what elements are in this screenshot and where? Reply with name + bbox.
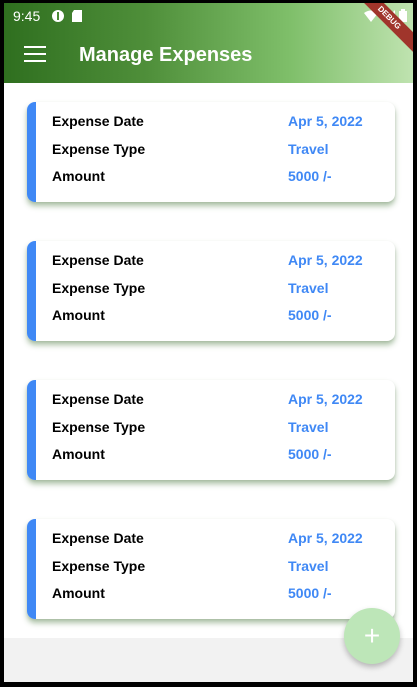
plus-icon: + [363, 620, 381, 651]
expense-date-value: Apr 5, 2022 [288, 530, 363, 546]
phone-screen: 9:45 Manage Expenses DEBUG Expense Date … [4, 3, 413, 682]
amount-label: Amount [52, 307, 105, 323]
expense-date-row: Expense Date Apr 5, 2022 [52, 113, 392, 133]
expense-type-label: Expense Type [52, 280, 146, 296]
expense-type-value: Travel [288, 141, 329, 157]
amount-value: 5000 /- [288, 585, 332, 601]
expense-type-label: Expense Type [52, 141, 146, 157]
expense-type-row: Expense Type Travel [52, 141, 392, 161]
expense-date-label: Expense Date [52, 252, 144, 268]
expense-date-value: Apr 5, 2022 [288, 252, 363, 268]
expense-card[interactable]: Expense Date Apr 5, 2022 Expense Type Tr… [27, 102, 395, 202]
sd-card-icon [71, 9, 83, 26]
amount-value: 5000 /- [288, 307, 332, 323]
expense-list[interactable]: Expense Date Apr 5, 2022 Expense Type Tr… [4, 83, 413, 638]
amount-row: Amount 5000 /- [52, 446, 392, 466]
expense-date-value: Apr 5, 2022 [288, 391, 363, 407]
menu-icon[interactable] [24, 46, 46, 62]
expense-date-row: Expense Date Apr 5, 2022 [52, 530, 392, 550]
amount-row: Amount 5000 /- [52, 585, 392, 605]
expense-type-value: Travel [288, 419, 329, 435]
expense-date-label: Expense Date [52, 391, 144, 407]
expense-date-row: Expense Date Apr 5, 2022 [52, 391, 392, 411]
expense-date-label: Expense Date [52, 530, 144, 546]
page-title: Manage Expenses [79, 44, 253, 66]
amount-label: Amount [52, 585, 105, 601]
app-bar: 9:45 Manage Expenses DEBUG [4, 3, 413, 83]
expense-type-label: Expense Type [52, 419, 146, 435]
card-accent-bar [27, 102, 36, 202]
expense-date-label: Expense Date [52, 113, 144, 129]
card-accent-bar [27, 380, 36, 480]
expense-date-value: Apr 5, 2022 [288, 113, 363, 129]
expense-date-row: Expense Date Apr 5, 2022 [52, 252, 392, 272]
expense-type-value: Travel [288, 280, 329, 296]
amount-value: 5000 /- [288, 446, 332, 462]
expense-type-row: Expense Type Travel [52, 419, 392, 439]
amount-row: Amount 5000 /- [52, 307, 392, 327]
expense-type-row: Expense Type Travel [52, 280, 392, 300]
amount-label: Amount [52, 446, 105, 462]
amount-value: 5000 /- [288, 168, 332, 184]
expense-type-row: Expense Type Travel [52, 558, 392, 578]
expense-type-value: Travel [288, 558, 329, 574]
status-time: 9:45 [13, 8, 41, 24]
card-accent-bar [27, 241, 36, 341]
add-expense-button[interactable]: + [344, 608, 400, 664]
card-accent-bar [27, 519, 36, 619]
expense-card[interactable]: Expense Date Apr 5, 2022 Expense Type Tr… [27, 519, 395, 619]
amount-label: Amount [52, 168, 105, 184]
status-bar: 9:45 [4, 3, 413, 28]
expense-type-label: Expense Type [52, 558, 146, 574]
expense-card[interactable]: Expense Date Apr 5, 2022 Expense Type Tr… [27, 241, 395, 341]
expense-card[interactable]: Expense Date Apr 5, 2022 Expense Type Tr… [27, 380, 395, 480]
media-icon [51, 9, 65, 26]
amount-row: Amount 5000 /- [52, 168, 392, 188]
